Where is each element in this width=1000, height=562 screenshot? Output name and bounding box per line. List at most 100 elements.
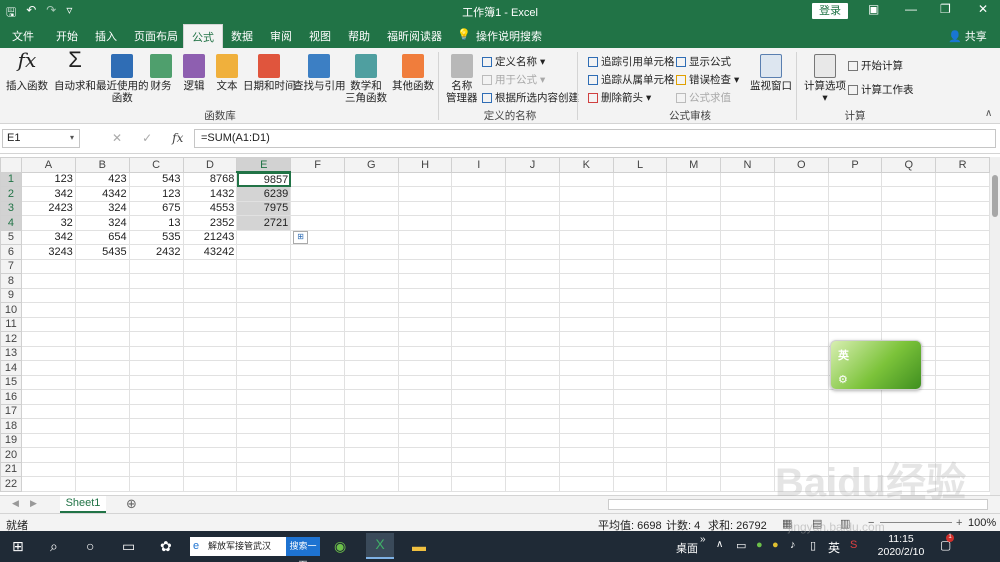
cell[interactable] (935, 258, 990, 274)
cell[interactable] (128, 273, 184, 289)
cell[interactable] (451, 229, 507, 245)
cell[interactable] (505, 432, 560, 448)
calculate-sheet-button[interactable]: 计算工作表 (848, 82, 914, 97)
cell[interactable] (20, 302, 76, 318)
cell[interactable] (182, 447, 238, 463)
datetime-button[interactable]: 日期和时间 (243, 54, 296, 92)
cell[interactable] (290, 360, 345, 376)
cell[interactable] (773, 403, 829, 419)
cell[interactable] (720, 418, 775, 434)
cell[interactable] (666, 215, 722, 231)
gear-icon[interactable]: ⚙ (838, 373, 848, 386)
close-icon[interactable]: ✕ (978, 2, 988, 16)
tab-insert[interactable]: 插入 (95, 28, 117, 44)
cell[interactable] (236, 316, 292, 332)
row-header[interactable]: 16 (0, 389, 22, 405)
cell[interactable] (397, 302, 453, 318)
desktop-toolbar[interactable]: 桌面 (676, 540, 698, 556)
cell[interactable] (558, 171, 614, 187)
cell[interactable] (74, 374, 130, 390)
column-header[interactable]: B (74, 157, 130, 173)
cell[interactable] (182, 476, 238, 492)
column-header[interactable]: J (505, 157, 560, 173)
cell[interactable] (74, 287, 130, 303)
cell[interactable] (773, 302, 829, 318)
collapse-ribbon-icon[interactable]: ∧ (985, 108, 992, 119)
name-box[interactable]: E1 (2, 129, 80, 148)
cell[interactable] (182, 461, 238, 477)
autosum-button[interactable]: Σ 自动求和 (54, 49, 96, 93)
cell[interactable] (612, 476, 668, 492)
cell[interactable] (397, 360, 453, 376)
cell[interactable] (290, 302, 345, 318)
cell[interactable] (612, 273, 668, 289)
row-header[interactable]: 22 (0, 476, 22, 492)
cell[interactable] (74, 461, 130, 477)
cell[interactable] (612, 418, 668, 434)
cell[interactable]: 2721 (236, 215, 292, 231)
row-header[interactable]: 19 (0, 432, 22, 448)
cell[interactable] (558, 461, 614, 477)
cortana-icon[interactable]: ○ (86, 538, 94, 554)
cell[interactable] (343, 345, 399, 361)
cell[interactable] (20, 432, 76, 448)
cell[interactable] (720, 432, 775, 448)
cell[interactable]: 543 (128, 171, 184, 187)
cell[interactable]: 4553 (182, 200, 238, 216)
cell[interactable] (612, 186, 668, 202)
cell[interactable] (612, 171, 668, 187)
tray-app2-icon[interactable]: ● (772, 539, 779, 551)
cell[interactable] (612, 229, 668, 245)
cell[interactable] (290, 316, 345, 332)
cell[interactable] (343, 418, 399, 434)
cell[interactable] (451, 200, 507, 216)
cell[interactable] (935, 229, 990, 245)
cell[interactable] (827, 287, 883, 303)
cell[interactable] (451, 360, 507, 376)
cell[interactable] (290, 215, 345, 231)
column-header[interactable]: H (397, 157, 453, 173)
cell[interactable] (935, 360, 990, 376)
cell[interactable] (773, 244, 829, 260)
cell[interactable] (773, 360, 829, 376)
cell[interactable] (935, 215, 990, 231)
cell[interactable] (720, 345, 775, 361)
cell[interactable] (827, 229, 883, 245)
cell[interactable] (451, 287, 507, 303)
cell[interactable] (451, 418, 507, 434)
cell[interactable] (128, 345, 184, 361)
cell[interactable]: 3243 (20, 244, 76, 260)
cell[interactable] (881, 258, 937, 274)
cell[interactable] (451, 273, 507, 289)
tab-data[interactable]: 数据 (231, 28, 253, 44)
cell[interactable] (720, 273, 775, 289)
calculate-now-button[interactable]: 开始计算 (848, 58, 903, 73)
cell[interactable] (666, 476, 722, 492)
cell[interactable] (881, 432, 937, 448)
cell[interactable] (666, 287, 722, 303)
enter-icon[interactable]: ✓ (142, 131, 152, 145)
cell[interactable] (74, 302, 130, 318)
tray-chevron-icon[interactable]: ∧ (716, 539, 723, 550)
cell[interactable] (935, 331, 990, 347)
cell[interactable] (451, 215, 507, 231)
cell[interactable] (558, 374, 614, 390)
column-header[interactable]: C (128, 157, 184, 173)
cell[interactable] (558, 360, 614, 376)
cell[interactable] (397, 418, 453, 434)
row-header[interactable]: 21 (0, 461, 22, 477)
cell[interactable] (558, 287, 614, 303)
cell[interactable] (720, 403, 775, 419)
cell[interactable] (935, 403, 990, 419)
cell[interactable] (666, 418, 722, 434)
row-header[interactable]: 1 (0, 171, 22, 187)
cell[interactable] (397, 229, 453, 245)
cell[interactable] (881, 302, 937, 318)
cell[interactable] (881, 200, 937, 216)
row-header[interactable]: 4 (0, 215, 22, 231)
cell[interactable] (558, 186, 614, 202)
cell[interactable] (720, 389, 775, 405)
cell[interactable] (343, 374, 399, 390)
cell[interactable] (236, 432, 292, 448)
row-header[interactable]: 18 (0, 418, 22, 434)
